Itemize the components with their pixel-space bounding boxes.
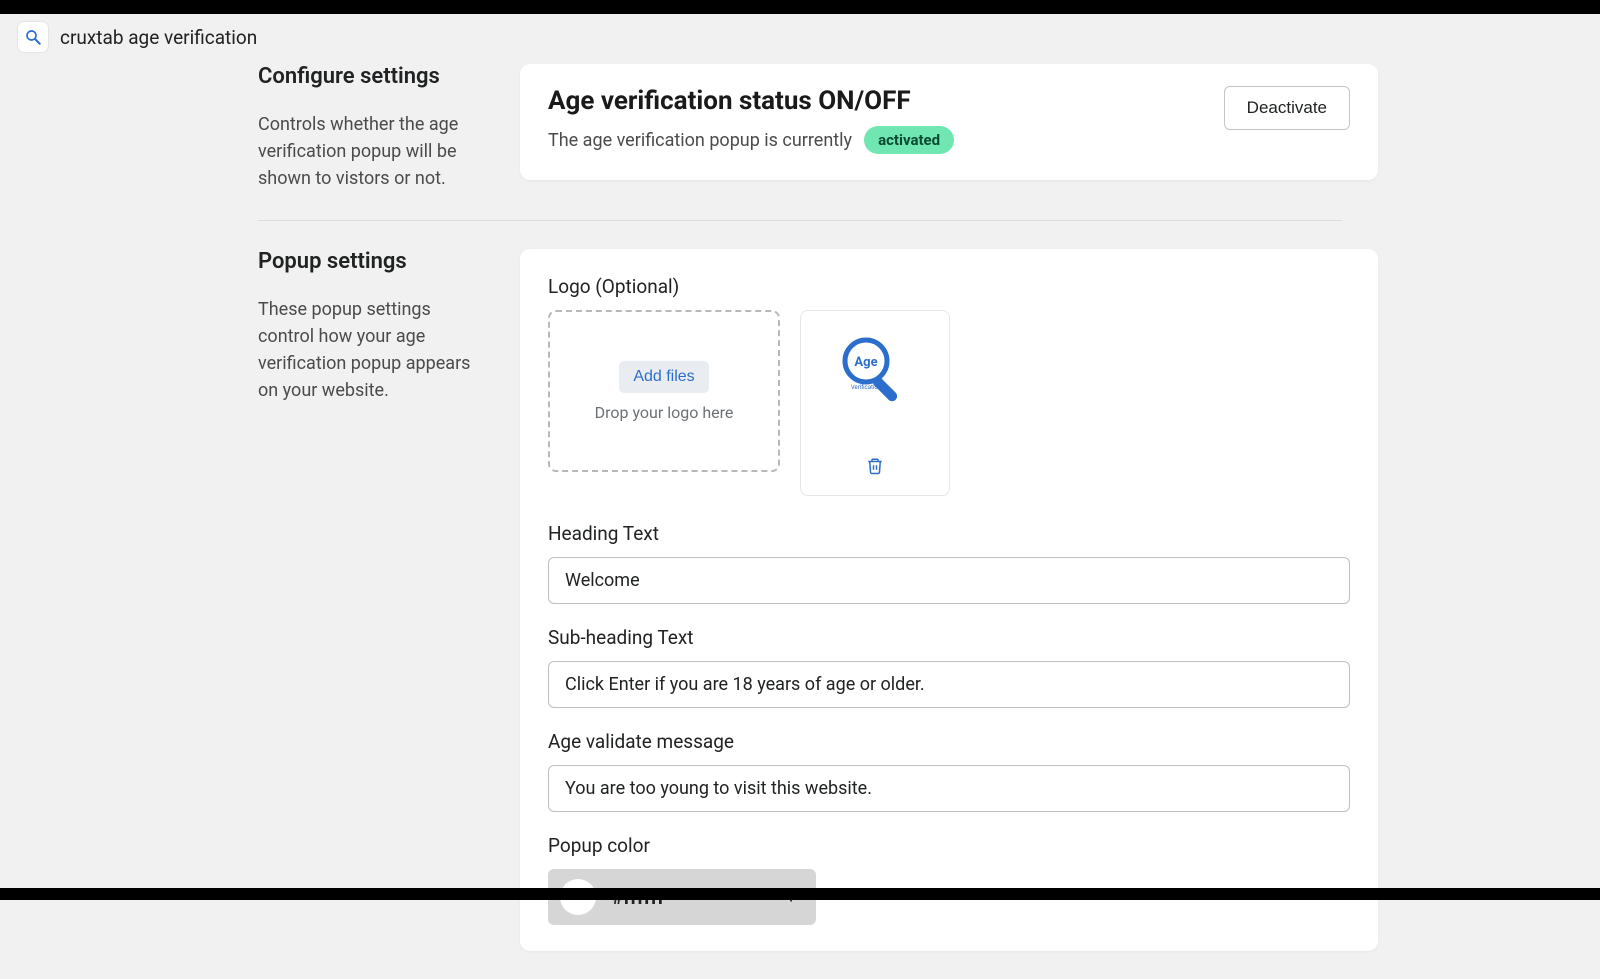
- letterbox-bottom: [0, 888, 1600, 900]
- heading-input[interactable]: [548, 557, 1350, 604]
- popup-section-desc: These popup settings control how your ag…: [258, 296, 480, 404]
- logo-thumbnail: Age Verification: [836, 333, 914, 411]
- popup-card: Logo (Optional) Add files Drop your logo…: [520, 249, 1378, 951]
- add-files-button[interactable]: Add files: [619, 361, 708, 393]
- drop-hint: Drop your logo here: [595, 403, 734, 422]
- logo-dropzone[interactable]: Add files Drop your logo here: [548, 310, 780, 472]
- deactivate-button[interactable]: Deactivate: [1224, 86, 1350, 130]
- app-icon: [18, 22, 48, 52]
- status-card: Age verification status ON/OFF The age v…: [520, 64, 1378, 180]
- logo-preview: Age Verification: [800, 310, 950, 496]
- magnifier-icon: [24, 28, 42, 46]
- app-title: cruxtab age verification: [60, 26, 257, 49]
- configure-desc: Controls whether the age verification po…: [258, 111, 480, 192]
- popup-section-title: Popup settings: [258, 249, 480, 274]
- status-title: Age verification status ON/OFF: [548, 86, 954, 116]
- delete-logo-icon[interactable]: [866, 456, 884, 481]
- status-badge: activated: [864, 126, 954, 154]
- subheading-label: Sub-heading Text: [548, 626, 1350, 649]
- letterbox-top: [0, 0, 1600, 14]
- color-label: Popup color: [548, 834, 1350, 857]
- subheading-input[interactable]: [548, 661, 1350, 708]
- validate-input[interactable]: [548, 765, 1350, 812]
- logo-label: Logo (Optional): [548, 275, 1350, 298]
- configure-title: Configure settings: [258, 64, 480, 89]
- svg-text:Verification: Verification: [851, 384, 881, 391]
- svg-text:Age: Age: [854, 355, 877, 370]
- validate-label: Age validate message: [548, 730, 1350, 753]
- heading-label: Heading Text: [548, 522, 1350, 545]
- app-header: cruxtab age verification: [0, 14, 1600, 60]
- status-desc-prefix: The age verification popup is currently: [548, 130, 852, 151]
